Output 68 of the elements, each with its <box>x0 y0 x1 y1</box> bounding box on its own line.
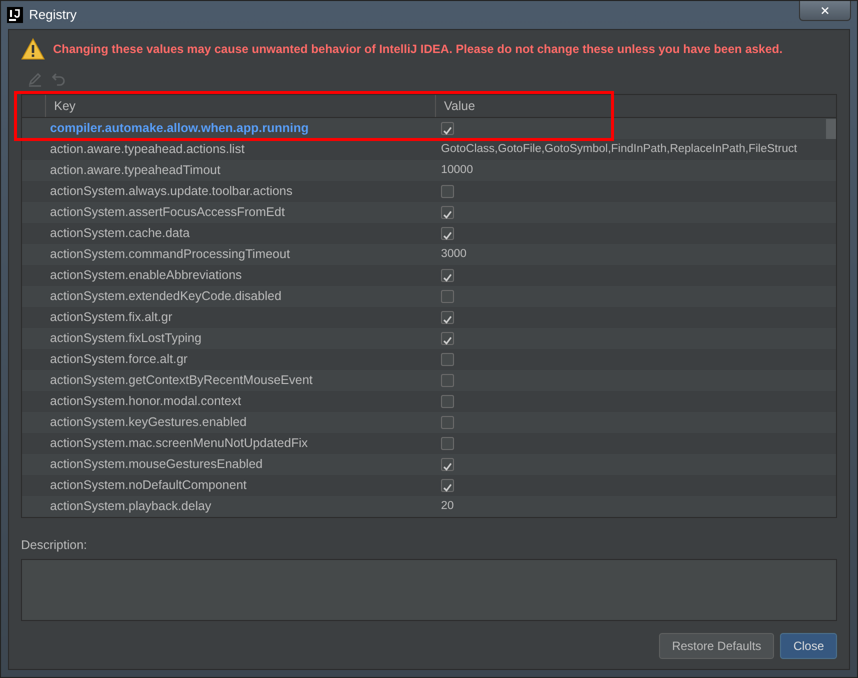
key-cell-text: actionSystem.cache.data <box>49 225 191 242</box>
warning-message: Changing these values may cause unwanted behavior of IntelliJ IDEA. Please do not change these unless you have been asked. <box>53 41 783 58</box>
checkbox[interactable] <box>441 332 454 345</box>
table-row[interactable]: actionSystem.keyGestures.enabled <box>22 412 836 433</box>
table-row[interactable]: actionSystem.force.alt.gr <box>22 349 836 370</box>
key-cell-text: actionSystem.honor.modal.context <box>49 393 242 410</box>
table-row[interactable]: compiler.automake.allow.when.app.running <box>22 118 836 139</box>
table-row[interactable]: actionSystem.noDefaultComponent <box>22 475 836 496</box>
table-row[interactable]: actionSystem.honor.modal.context <box>22 391 836 412</box>
checkbox[interactable] <box>441 353 454 366</box>
checkbox[interactable] <box>441 290 454 303</box>
dialog-button[interactable]: Close <box>780 632 837 659</box>
value-cell: GotoClass,GotoFile,GotoSymbol,FindInPath,ReplaceInPath,FileStruct <box>441 142 798 155</box>
table-row[interactable]: action.aware.typeahead.actions.list GotoClass,GotoFile,GotoSymbol,FindInPath,ReplaceInPath,FileStruct <box>22 139 836 160</box>
key-cell-text: actionSystem.commandProcessingTimeout <box>49 246 291 264</box>
table-row[interactable]: actionSystem.enableAbbreviations <box>22 265 836 286</box>
checkbox[interactable] <box>441 416 454 429</box>
checkbox[interactable] <box>441 458 454 471</box>
key-cell-text: actionSystem.getContextByRecentMouseEvent <box>49 372 314 390</box>
checkbox[interactable] <box>441 206 454 219</box>
value-cell: 20 <box>441 500 454 512</box>
key-cell-text: actionSystem.mac.screenMenuNotUpdatedFix <box>49 435 309 452</box>
key-cell-text: actionSystem.keyGestures.enabled <box>49 414 248 432</box>
key-cell-text: actionSystem.enableAbbreviations <box>49 267 243 284</box>
checkbox[interactable] <box>441 269 454 282</box>
key-cell-text: actionSystem.noDefaultComponent <box>49 477 248 494</box>
checkbox[interactable] <box>441 122 454 135</box>
checkbox[interactable] <box>441 479 454 492</box>
table-row[interactable]: actionSystem.always.update.toolbar.actions <box>22 181 836 202</box>
checkbox[interactable] <box>441 395 454 408</box>
key-cell-text: actionSystem.extendedKeyCode.disabled <box>49 288 282 306</box>
table-row[interactable]: action.aware.typeaheadTimout 10000 <box>22 160 836 181</box>
key-cell-text: compiler.automake.allow.when.app.running <box>49 120 310 138</box>
value-cell: 3000 <box>441 248 467 260</box>
table-row[interactable]: actionSystem.fixLostTyping <box>22 328 836 349</box>
table-row[interactable]: actionSystem.cache.data <box>22 223 836 244</box>
window-title: Registry <box>29 6 77 24</box>
column-header[interactable]: Key <box>46 95 436 117</box>
checkbox[interactable] <box>441 185 454 198</box>
table-row[interactable]: actionSystem.commandProcessingTimeout 3000 <box>22 244 836 265</box>
key-cell-text: actionSystem.assertFocusAccessFromEdt <box>49 204 286 222</box>
scrollbar-thumb[interactable] <box>826 119 836 139</box>
warning-icon <box>21 38 45 60</box>
key-cell-text: actionSystem.playback.delay <box>49 498 212 516</box>
key-cell-text: action.aware.typeahead.actions.list <box>49 141 246 158</box>
checkbox[interactable] <box>441 227 454 240</box>
table-row[interactable]: actionSystem.assertFocusAccessFromEdt <box>22 202 836 223</box>
table-row[interactable]: actionSystem.fix.alt.gr <box>22 307 836 328</box>
key-cell-text: action.aware.typeaheadTimout <box>49 162 222 180</box>
table-row[interactable]: actionSystem.mouseGesturesEnabled <box>22 454 836 475</box>
checkbox[interactable] <box>441 311 454 324</box>
column-header[interactable]: Value <box>436 95 836 117</box>
table-row[interactable]: actionSystem.mac.screenMenuNotUpdatedFix <box>22 433 836 454</box>
app-logo-icon <box>7 7 23 23</box>
close-button[interactable]: ✕ <box>799 1 851 21</box>
table-row[interactable]: actionSystem.extendedKeyCode.disabled <box>22 286 836 307</box>
dialog-button[interactable]: Restore Defaults <box>658 632 774 659</box>
description-label: Description: <box>21 537 88 554</box>
table-row[interactable]: actionSystem.getContextByRecentMouseEvent <box>22 370 836 391</box>
key-cell-text: actionSystem.mouseGesturesEnabled <box>49 456 264 474</box>
value-cell: 10000 <box>441 164 473 176</box>
table-row[interactable]: actionSystem.playback.delay 20 <box>22 496 836 517</box>
key-cell-text: actionSystem.always.update.toolbar.actions <box>49 183 294 200</box>
key-cell-text: actionSystem.fix.alt.gr <box>49 309 174 326</box>
checkbox[interactable] <box>441 437 454 450</box>
key-cell-text: actionSystem.fixLostTyping <box>49 330 202 348</box>
checkbox[interactable] <box>441 374 454 387</box>
key-cell-text: actionSystem.force.alt.gr <box>49 351 189 368</box>
